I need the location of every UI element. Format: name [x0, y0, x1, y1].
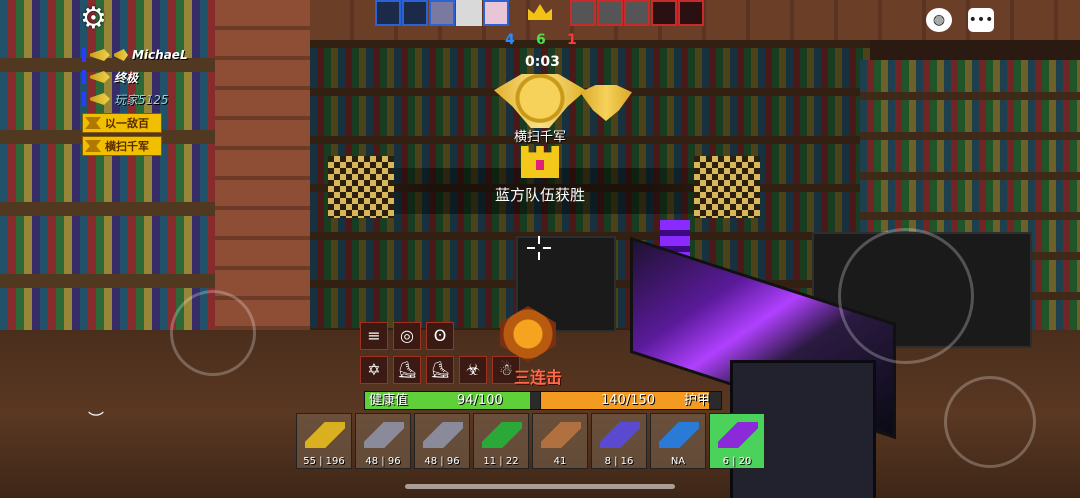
- weapon-ammo: 6 | 20: [722, 456, 752, 467]
- weapon-slots: 55 | 196 48 | 96 48 | 96 11 | 22 41 8 | 16 NA 6…: [296, 413, 765, 469]
- burn-icon: ≡: [360, 322, 388, 350]
- boot-icon: ⛸: [426, 356, 454, 384]
- weapon-slot[interactable]: 48 | 96: [414, 413, 470, 469]
- player-slot: [402, 0, 428, 26]
- award-badge: 横扫千军: [82, 136, 162, 156]
- weapon-icon: [90, 71, 110, 83]
- weapon-ammo: 48 | 96: [424, 456, 460, 467]
- avatar: [429, 0, 455, 26]
- weapon-icon: [541, 422, 581, 448]
- weapon-icon: [90, 49, 110, 61]
- avatar: [483, 0, 509, 26]
- move-joystick[interactable]: [170, 290, 256, 376]
- armor-bar: 140/150 护甲: [540, 391, 722, 410]
- chat-icon[interactable]: •••: [968, 8, 994, 32]
- center-score: 6: [536, 32, 546, 48]
- spiral-icon: ◎: [393, 322, 421, 350]
- award-badge: 以一敌百: [82, 113, 162, 133]
- weapon-icon: [364, 422, 404, 448]
- player-name: 玩家5125: [114, 92, 169, 107]
- health-label: 健康值: [369, 393, 409, 408]
- kill-title: 横扫千军: [513, 130, 566, 145]
- left-wing-icon: [328, 156, 394, 218]
- weapon-ammo: 48 | 96: [365, 456, 401, 467]
- weapon-icon: [600, 422, 640, 448]
- weapon-ammo: NA: [670, 456, 686, 467]
- weapon-icon: [659, 422, 699, 448]
- weapon-icon: [718, 422, 758, 448]
- home-indicator[interactable]: [405, 484, 675, 489]
- medal-icon: [85, 140, 101, 152]
- avatar: [570, 0, 596, 26]
- poison-icon: ☣: [459, 356, 487, 384]
- castle-icon: [521, 146, 559, 178]
- award-label: 横扫千军: [105, 140, 149, 153]
- match-timer: 0:03: [525, 54, 560, 70]
- player-slot: [375, 0, 401, 26]
- skull-icon: [114, 49, 128, 61]
- award-label: 以一敌百: [105, 117, 149, 130]
- crosshair-icon: [527, 236, 551, 260]
- boot-icon: ⛸: [393, 356, 421, 384]
- red-team-strip: [570, 0, 704, 26]
- weapon-slot[interactable]: 11 | 22: [473, 413, 529, 469]
- weapon-icon: [423, 422, 463, 448]
- gear-icon[interactable]: ⚙: [80, 4, 110, 34]
- weapon-ammo: 55 | 196: [303, 456, 345, 467]
- blue-team-strip: [375, 0, 509, 26]
- weapon-ammo: 41: [553, 456, 567, 467]
- weapon-slot[interactable]: 48 | 96: [355, 413, 411, 469]
- weapon-icon: [90, 93, 110, 105]
- armor-value: 140/150: [601, 393, 656, 408]
- globe-icon[interactable]: ◍: [926, 8, 952, 32]
- right-wing-icon: [694, 156, 760, 218]
- star-icon: ✡: [360, 356, 388, 384]
- weapon-slot[interactable]: 6 | 20: [709, 413, 765, 469]
- player-slot: [678, 0, 704, 26]
- kill-feed: MichaeL 终极 玩家5125 以一敌百 横扫千军: [82, 44, 188, 156]
- avatar: [456, 0, 482, 26]
- blue-score: 4: [505, 32, 515, 48]
- streak-text: 三连击: [514, 368, 563, 387]
- fire-button[interactable]: [838, 228, 974, 364]
- weapon-ammo: 8 | 16: [604, 456, 634, 467]
- panda-icon: ʘ: [426, 322, 454, 350]
- player-name: 终极: [114, 70, 139, 85]
- jump-button[interactable]: [944, 376, 1036, 468]
- player-slot: [651, 0, 677, 26]
- weapon-slot[interactable]: NA: [650, 413, 706, 469]
- kill-feed-row: 终极: [82, 66, 188, 88]
- health-value: 94/100: [457, 393, 503, 408]
- weapon-slot[interactable]: 41: [532, 413, 588, 469]
- eye-closed-icon[interactable]: ︶: [88, 406, 114, 429]
- weapon-slot[interactable]: 55 | 196: [296, 413, 352, 469]
- weapon-slot[interactable]: 8 | 16: [591, 413, 647, 469]
- weapon-icon: [305, 422, 345, 448]
- avatar: [597, 0, 623, 26]
- weapon-icon: [482, 422, 522, 448]
- kill-feed-row: 玩家5125: [82, 88, 188, 110]
- kill-feed-row: MichaeL: [82, 44, 188, 66]
- health-bar: 健康值 94/100: [364, 391, 542, 410]
- red-score: 1: [567, 32, 577, 48]
- victory-text: 蓝方队伍获胜: [494, 186, 585, 204]
- weapon-ammo: 11 | 22: [483, 456, 519, 467]
- player-name: MichaeL: [132, 48, 188, 62]
- avatar: [624, 0, 650, 26]
- armor-label: 护甲: [684, 393, 711, 408]
- medal-icon: [85, 117, 101, 129]
